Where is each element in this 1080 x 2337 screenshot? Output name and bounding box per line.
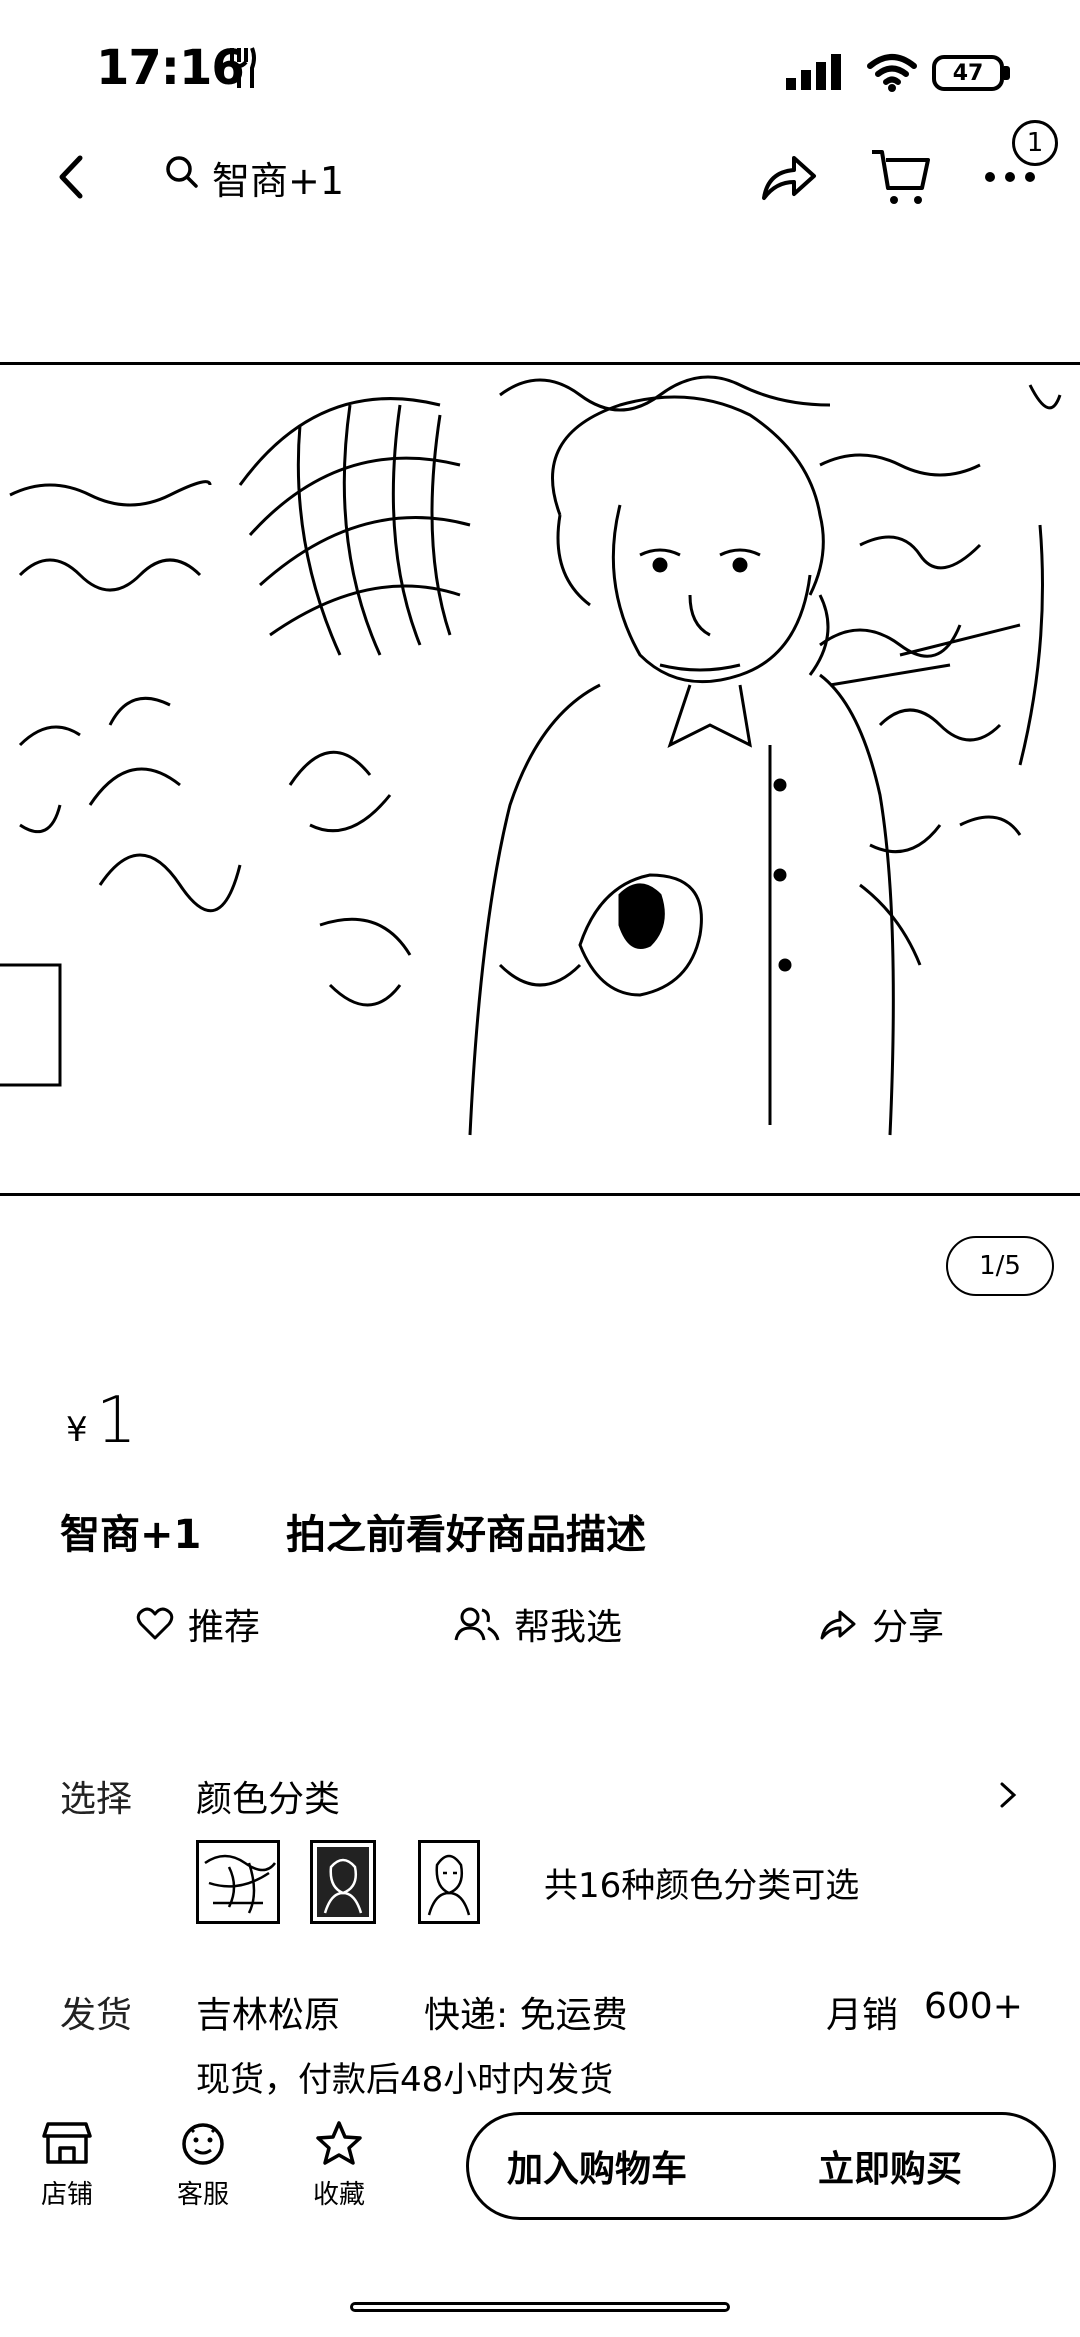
- chevron-right-icon[interactable]: [998, 1780, 1018, 1810]
- product-image[interactable]: [0, 362, 1080, 1196]
- monthly-sales-value: 600+: [924, 1986, 1023, 2027]
- recommend-button[interactable]: 推荐: [136, 1598, 260, 1650]
- store-label: 店铺: [40, 2180, 93, 2210]
- home-indicator[interactable]: [350, 2302, 730, 2312]
- store-icon: [42, 2122, 92, 2164]
- fork-knife-icon: [228, 46, 258, 90]
- share-button[interactable]: 分享: [818, 1598, 944, 1650]
- search-input[interactable]: 智商+1: [212, 150, 344, 205]
- product-title: 智商+1: [60, 1512, 202, 1558]
- variant-thumb-1[interactable]: [196, 1840, 280, 1924]
- wifi-icon: [866, 52, 918, 92]
- shipping-label: 发货: [60, 1995, 133, 2036]
- help-choose-label: 帮我选: [514, 1607, 623, 1648]
- favorite-tab[interactable]: 收藏: [284, 2120, 394, 2211]
- status-time: 17:16: [96, 40, 245, 96]
- buy-now-button[interactable]: 立即购买: [760, 2112, 1020, 2220]
- recommend-label: 推荐: [188, 1607, 261, 1648]
- price: 1: [96, 1384, 137, 1458]
- heart-icon: [136, 1607, 174, 1640]
- shipping-origin: 吉林松原: [196, 1995, 341, 2036]
- people-icon: [454, 1607, 500, 1641]
- more-icon[interactable]: [984, 170, 1036, 184]
- add-to-cart-button[interactable]: 加入购物车: [466, 2112, 728, 2220]
- share-icon[interactable]: [758, 148, 820, 204]
- monthly-sales-label: 月销: [826, 1995, 899, 2036]
- search-icon: [164, 154, 200, 190]
- battery-cap: [1004, 66, 1010, 80]
- variant-thumb-3[interactable]: [418, 1840, 480, 1924]
- signal-icon: [786, 54, 846, 92]
- share-label: 分享: [872, 1607, 945, 1648]
- back-button[interactable]: [52, 152, 92, 202]
- variant-summary: 共16种颜色分类可选: [544, 1866, 860, 1906]
- options-label: 选择: [60, 1779, 133, 1820]
- product-note: 拍之前看好商品描述: [286, 1512, 646, 1558]
- shipping-note: 现货，付款后48小时内发货: [196, 2060, 614, 2100]
- cart-icon[interactable]: [868, 146, 934, 208]
- variant-thumb-2[interactable]: [310, 1840, 376, 1924]
- color-category[interactable]: 颜色分类: [196, 1770, 340, 1822]
- message-badge: 1: [1012, 120, 1058, 166]
- shipping-express: 快递: 免运费: [424, 1995, 628, 2036]
- favorite-label: 收藏: [312, 2180, 365, 2210]
- help-choose-button[interactable]: 帮我选: [454, 1598, 622, 1650]
- share-arrow-icon: [820, 1610, 856, 1640]
- product-illustration: [0, 375, 1062, 1136]
- battery-icon: 47: [932, 55, 1004, 91]
- star-icon: [316, 2121, 362, 2165]
- service-tab[interactable]: 客服: [148, 2120, 258, 2211]
- service-label: 客服: [176, 2180, 229, 2210]
- store-tab[interactable]: 店铺: [12, 2120, 122, 2211]
- currency-symbol: ¥: [66, 1410, 88, 1450]
- service-icon: [182, 2123, 224, 2165]
- image-counter: 1/5: [946, 1236, 1054, 1296]
